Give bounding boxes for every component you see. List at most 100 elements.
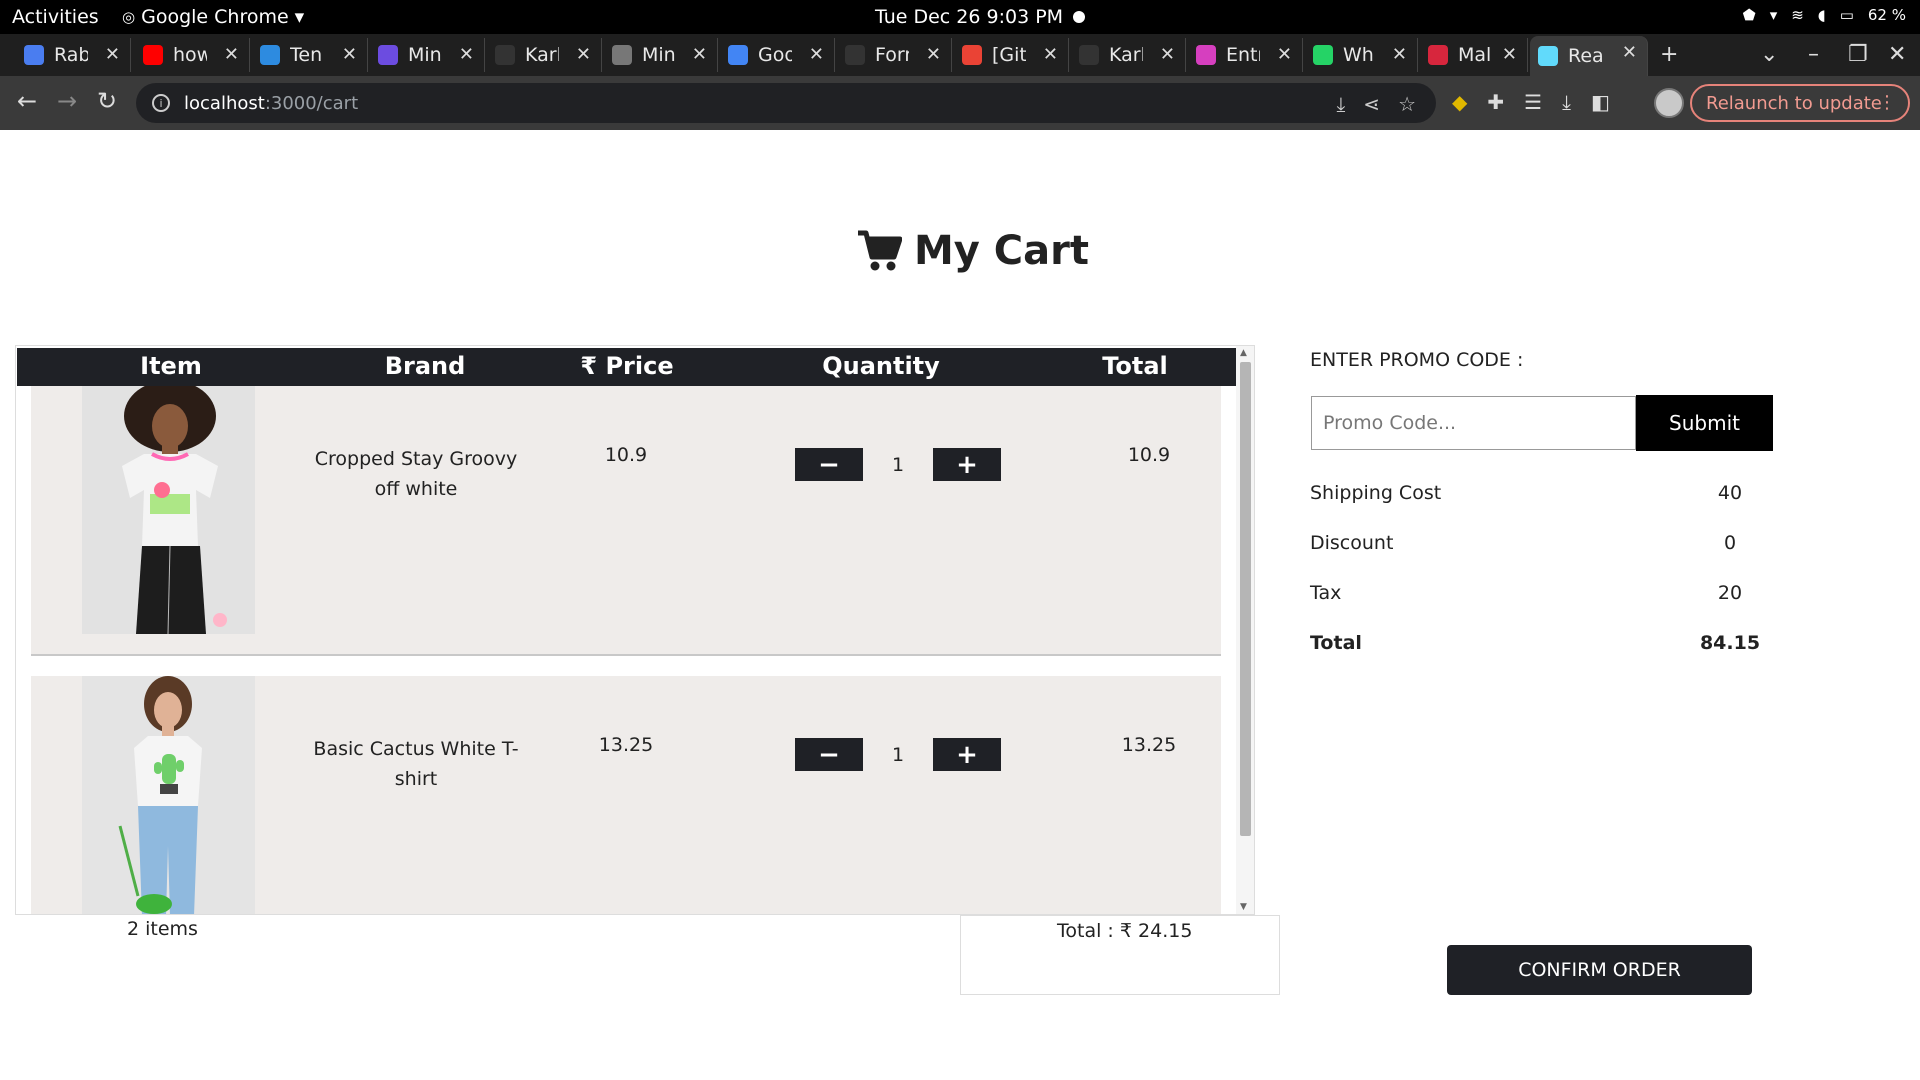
new-tab-plus-icon[interactable]: + [1660, 42, 1678, 67]
minimize-icon[interactable]: – [1808, 42, 1819, 67]
tab-10[interactable]: Entr ✕ [1188, 38, 1303, 72]
tab-0[interactable]: Rab ✕ [16, 38, 131, 72]
close-icon[interactable]: ✕ [926, 44, 941, 65]
activities-button[interactable]: Activities [12, 6, 99, 28]
profile-avatar[interactable] [1654, 88, 1684, 118]
tab-9[interactable]: Karl ✕ [1071, 38, 1186, 72]
col-price: ₹ Price [580, 352, 674, 380]
product-price: 13.25 [598, 734, 654, 756]
app-menu-label: Google Chrome [141, 6, 289, 28]
tab-6[interactable]: Goo ✕ [720, 38, 835, 72]
tab-7[interactable]: Forr ✕ [837, 38, 952, 72]
quantity-value: 1 [891, 743, 905, 766]
table-scrollbar[interactable]: ▲ ▼ [1236, 346, 1254, 914]
tab-search-chevron-icon[interactable]: ⌄ [1760, 42, 1778, 67]
extensions-puzzle-icon[interactable]: ✚ [1487, 90, 1504, 114]
tab-13[interactable]: Rea ✕ [1530, 36, 1648, 76]
back-arrow-icon[interactable]: ← [12, 87, 42, 115]
side-panel-icon[interactable]: ◧ [1591, 90, 1610, 114]
close-icon[interactable]: ✕ [1277, 44, 1292, 65]
clock[interactable]: Tue Dec 26 9:03 PM [875, 6, 1086, 28]
install-app-icon[interactable]: ⤓ [1336, 92, 1345, 116]
promo-label: ENTER PROMO CODE : [1310, 349, 1524, 371]
rupee-icon: ₹ [580, 352, 606, 380]
increment-button[interactable]: + [933, 448, 1001, 481]
promo-code-input[interactable] [1311, 396, 1636, 450]
subtotal-value: 24.15 [1138, 920, 1193, 942]
table-header: Item Brand ₹ Price Quantity Total [17, 348, 1237, 386]
close-icon[interactable]: ✕ [105, 44, 120, 65]
shopping-cart-icon [858, 230, 902, 271]
close-icon[interactable]: ✕ [1622, 42, 1637, 63]
notification-dot-icon [1073, 11, 1086, 23]
tab-4[interactable]: Karl ✕ [487, 38, 602, 72]
window-close-icon[interactable]: ✕ [1888, 42, 1906, 67]
close-icon[interactable]: ✕ [809, 44, 824, 65]
summary-label: Shipping Cost [1310, 482, 1442, 504]
item-count: 2 items [127, 918, 198, 940]
subtotal-label: Total : [1057, 920, 1114, 942]
row-total: 10.9 [1127, 444, 1171, 466]
tab-12[interactable]: Mal ✕ [1420, 38, 1528, 72]
google-icon [728, 45, 748, 65]
download-icon[interactable]: ⤓ [1562, 90, 1571, 114]
reading-list-icon[interactable]: ☰ [1524, 90, 1542, 114]
scroll-down-icon[interactable]: ▼ [1240, 902, 1247, 912]
tab-1[interactable]: how ✕ [135, 38, 250, 72]
table-row: Cropped Stay Groovy off white 10.9 − 1 +… [31, 386, 1221, 654]
restore-icon[interactable]: ❐ [1848, 42, 1868, 67]
close-icon[interactable]: ✕ [459, 44, 474, 65]
address-bar[interactable]: i localhost :3000/cart ⤓ ⋖ ☆ [136, 83, 1436, 123]
more-vert-icon: ⋮ [1878, 92, 1896, 113]
close-icon[interactable]: ✕ [576, 44, 591, 65]
table-row: Basic Cactus White T-shirt 13.25 − 1 + 1… [31, 676, 1221, 914]
tab-5[interactable]: Min ✕ [604, 38, 718, 72]
scroll-up-icon[interactable]: ▲ [1240, 348, 1247, 358]
youtube-icon [143, 45, 163, 65]
tab-2[interactable]: Ten ✕ [252, 38, 368, 72]
tab-title: Wh [1343, 44, 1374, 66]
col-total: Total [1102, 352, 1168, 380]
col-quantity: Quantity [822, 352, 940, 380]
close-icon[interactable]: ✕ [1043, 44, 1058, 65]
whatsapp-icon [1313, 45, 1333, 65]
share-icon[interactable]: ⋖ [1363, 92, 1380, 116]
close-icon[interactable]: ✕ [1160, 44, 1175, 65]
tab-title: Karl [1109, 44, 1143, 66]
system-tray[interactable]: ⬟ ▾ ≋ ◖ ▭ 62 % [1743, 6, 1906, 24]
gmail-icon [962, 45, 982, 65]
scrollbar-thumb[interactable] [1240, 362, 1251, 836]
close-icon[interactable]: ✕ [1392, 44, 1407, 65]
summary-label: Total [1310, 632, 1362, 654]
product-image[interactable] [82, 676, 255, 914]
cart-table[interactable]: Item Brand ₹ Price Quantity Total Croppe… [15, 345, 1255, 915]
promo-submit-button[interactable]: Submit [1636, 395, 1773, 451]
summary-label: Tax [1310, 582, 1342, 604]
summary-tax: Tax 20 [1310, 582, 1760, 604]
relaunch-button[interactable]: Relaunch to update ⋮ [1690, 84, 1910, 122]
product-image[interactable] [82, 386, 255, 634]
page-title: My Cart [856, 228, 1089, 274]
decrement-button[interactable]: − [795, 738, 863, 771]
info-icon[interactable]: i [152, 94, 170, 112]
decrement-button[interactable]: − [795, 448, 863, 481]
tab-3[interactable]: Min ✕ [370, 38, 485, 72]
forward-arrow-icon[interactable]: → [52, 87, 82, 115]
confirm-order-button[interactable]: CONFIRM ORDER [1447, 945, 1752, 995]
tab-title: Min [642, 44, 676, 66]
close-icon[interactable]: ✕ [224, 44, 239, 65]
close-icon[interactable]: ✕ [1502, 44, 1517, 65]
address-path: :3000/cart [264, 92, 359, 114]
tab-8[interactable]: [Git ✕ [954, 38, 1069, 72]
bookmark-star-icon[interactable]: ☆ [1398, 92, 1416, 116]
color-extension-icon[interactable]: ◆ [1452, 90, 1467, 114]
reload-icon[interactable]: ↻ [92, 87, 122, 115]
app-menu[interactable]: ◎ Google Chrome ▾ [122, 6, 304, 28]
close-icon[interactable]: ✕ [342, 44, 357, 65]
tab-title: Entr [1226, 44, 1260, 66]
increment-button[interactable]: + [933, 738, 1001, 771]
close-icon[interactable]: ✕ [692, 44, 707, 65]
chevron-down-icon: ▾ [1769, 6, 1778, 24]
tab-11[interactable]: Wh ✕ [1305, 38, 1418, 72]
plus-icon: + [956, 739, 978, 770]
